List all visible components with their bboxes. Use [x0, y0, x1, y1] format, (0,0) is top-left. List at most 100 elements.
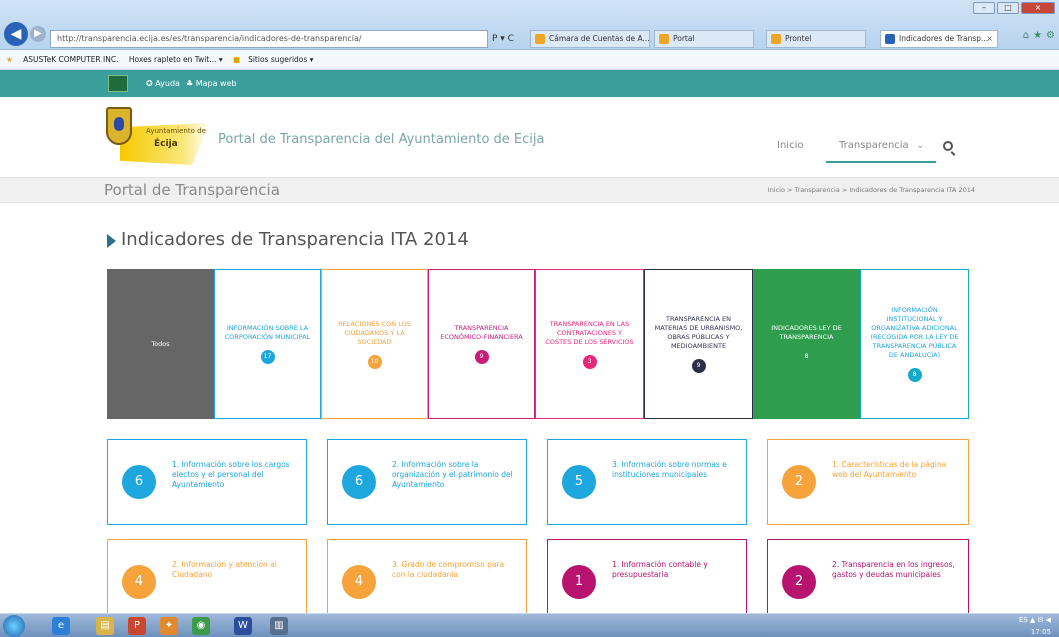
- tab-indicadores[interactable]: Indicadores de Transp... ×: [880, 30, 998, 48]
- nav-inicio[interactable]: Inicio: [777, 140, 803, 151]
- internet-explorer-icon[interactable]: e: [52, 617, 70, 635]
- app-icon[interactable]: ✦: [160, 617, 178, 635]
- favorite-suggested-sites[interactable]: Sitios sugeridos ▾: [248, 55, 313, 64]
- category-label: TRANSPARENCIA EN MATERIAS DE URBANISMO, …: [654, 315, 743, 350]
- favorites-star-icon[interactable]: ★: [6, 55, 13, 64]
- indicator-count: 2: [782, 565, 816, 599]
- clock[interactable]: 17:05: [1019, 626, 1051, 637]
- indicator-card[interactable]: 6 2. Información sobre la organización y…: [327, 439, 527, 525]
- ayuntamiento-crest-logo[interactable]: Ayuntamiento de Écija: [106, 107, 210, 167]
- category-economico[interactable]: TRANSPARENCIA ECONÓMICO-FINANCIERA 9: [428, 269, 535, 419]
- tab-portal[interactable]: Portal: [654, 30, 754, 48]
- indicator-title: 3. Grado de compromiso para con la ciuda…: [392, 560, 505, 579]
- category-label: Todos: [151, 339, 170, 348]
- indicator-title: 3. Información sobre normas e institucio…: [612, 460, 727, 479]
- system-tray: ES ▲ ✉ ◀ 17:05: [1019, 614, 1051, 637]
- favorite-asus[interactable]: ASUSTeK COMPUTER INC.: [23, 55, 118, 64]
- indicator-count: 6: [342, 465, 376, 499]
- tab-close-icon[interactable]: ×: [986, 31, 993, 47]
- indicator-card[interactable]: 2 1. Características de la página web de…: [767, 439, 969, 525]
- file-explorer-icon[interactable]: ▤: [96, 617, 114, 635]
- indicator-count: 5: [562, 465, 596, 499]
- nav-active-underline: [826, 161, 936, 163]
- category-corporacion[interactable]: INFORMACIÓN SOBRE LA CORPORACIÓN MUNICIP…: [214, 269, 321, 419]
- word-icon[interactable]: W: [234, 617, 252, 635]
- category-label: INDICADORES LEY DE TRANSPARENCIA: [771, 324, 842, 341]
- minimize-button[interactable]: –: [973, 2, 995, 14]
- tab-label: Cámara de Cuentas de A...: [549, 34, 650, 43]
- tray-icons[interactable]: ES ▲ ✉ ◀: [1019, 614, 1051, 626]
- window-controls: – □ ×: [973, 2, 1055, 14]
- indicator-title: 2. Información sobre la organización y e…: [392, 460, 513, 489]
- category-count-badge: 8: [799, 350, 814, 364]
- category-ley-transparencia[interactable]: INDICADORES LEY DE TRANSPARENCIA 8: [753, 269, 860, 419]
- indicator-count: 4: [122, 565, 156, 599]
- forward-arrow-icon[interactable]: ▶: [30, 26, 46, 42]
- category-todos[interactable]: Todos: [107, 269, 214, 419]
- breadcrumb[interactable]: Inicio > Transparencia > Indicadores de …: [768, 186, 975, 194]
- category-label: TRANSPARENCIA ECONÓMICO-FINANCIERA: [440, 324, 523, 341]
- browser-window: – □ × ◀ ▶ http://transparencia.ecija.es/…: [0, 0, 1059, 637]
- indicator-count: 1: [562, 565, 596, 599]
- category-label: INFORMACIÓN INSTITUCIONAL Y ORGANIZATIVA…: [870, 306, 959, 359]
- shield-icon: [106, 107, 132, 145]
- category-count-badge: 9: [691, 359, 706, 373]
- indicator-count: 6: [122, 465, 156, 499]
- back-arrow-icon[interactable]: ◀: [4, 22, 28, 46]
- address-tools[interactable]: P ▾ C: [492, 30, 514, 48]
- folder-icon: ■: [232, 55, 241, 64]
- category-label: TRANSPARENCIA EN LAS CONTRATACIONES Y CO…: [545, 319, 634, 346]
- powerpoint-icon[interactable]: P: [128, 617, 146, 635]
- browser-titlebar: – □ × ◀ ▶ http://transparencia.ecija.es/…: [0, 0, 1059, 50]
- logo-caption: Ayuntamiento de: [146, 127, 206, 135]
- section-title: Indicadores de Transparencia ITA 2014: [121, 229, 469, 250]
- tab-favicon-icon: [535, 34, 545, 44]
- site-header: Ayuntamiento de Écija Portal de Transpar…: [0, 97, 1059, 177]
- window-app-icon[interactable]: ▥: [270, 617, 288, 635]
- portal-title[interactable]: Portal de Transparencia del Ayuntamiento…: [218, 132, 544, 147]
- favorites-bar: ★ ASUSTeK COMPUTER INC. Hoxes rapleto en…: [0, 50, 1059, 70]
- tab-label: Prontel: [785, 34, 812, 43]
- category-count-badge: 8: [907, 368, 922, 382]
- tab-prontel[interactable]: Prontel: [766, 30, 866, 48]
- category-contrataciones[interactable]: TRANSPARENCIA EN LAS CONTRATACIONES Y CO…: [535, 269, 644, 419]
- browser-tools: ⌂ ★ ⚙: [1023, 30, 1055, 41]
- category-count-badge: 17: [260, 350, 275, 364]
- indicator-count: 2: [782, 465, 816, 499]
- chevron-down-icon[interactable]: ⌄: [916, 140, 924, 151]
- start-button-icon[interactable]: [3, 615, 25, 637]
- category-count-badge: 9: [474, 350, 489, 364]
- favorite-twitter[interactable]: Hoxes rapleto en Twit... ▾: [129, 55, 223, 64]
- indicator-title: 2. Información y atención al Ciudadano: [172, 560, 277, 579]
- search-icon[interactable]: [943, 141, 953, 151]
- indicator-title: 2. Transparencia en los ingresos, gastos…: [832, 560, 955, 579]
- address-bar[interactable]: http://transparencia.ecija.es/es/transpa…: [50, 30, 488, 48]
- sitemap-link[interactable]: ♣ Mapa web: [186, 70, 237, 97]
- category-count-badge: 3: [582, 354, 597, 369]
- page-title: Portal de Transparencia: [104, 181, 280, 199]
- indicator-count: 4: [342, 565, 376, 599]
- section-arrow-icon: [107, 234, 116, 248]
- category-andalucia[interactable]: INFORMACIÓN INSTITUCIONAL Y ORGANIZATIVA…: [860, 269, 969, 419]
- indicator-card[interactable]: 6 1. Información sobre los cargos electo…: [107, 439, 307, 525]
- settings-gear-icon[interactable]: ⚙: [1046, 30, 1055, 41]
- tab-favicon-icon: [659, 34, 669, 44]
- indicator-card[interactable]: 5 3. Información sobre normas e instituc…: [547, 439, 747, 525]
- tab-label: Portal: [673, 34, 695, 43]
- maximize-button[interactable]: □: [997, 2, 1019, 14]
- nav-transparencia[interactable]: Transparencia: [839, 140, 909, 151]
- help-link[interactable]: ✪ Ayuda: [146, 70, 180, 97]
- favorites-star-icon[interactable]: ★: [1033, 30, 1042, 41]
- tab-camara-cuentas[interactable]: Cámara de Cuentas de A...: [530, 30, 650, 48]
- tab-favicon-icon: [771, 34, 781, 44]
- junta-logo-icon: [108, 75, 128, 92]
- category-urbanismo[interactable]: TRANSPARENCIA EN MATERIAS DE URBANISMO, …: [644, 269, 753, 419]
- category-relaciones[interactable]: RELACIONES CON LOS CIUDADANOS Y LA SOCIE…: [321, 269, 428, 419]
- close-window-button[interactable]: ×: [1021, 2, 1055, 14]
- indicator-title: 1. Información contable y presupuestaria: [612, 560, 708, 579]
- chrome-icon[interactable]: ◉: [192, 617, 210, 635]
- logo-name: Écija: [154, 139, 178, 149]
- indicator-title: 1. Características de la página web del …: [832, 460, 947, 479]
- category-label: RELACIONES CON LOS CIUDADANOS Y LA SOCIE…: [338, 319, 411, 346]
- home-icon[interactable]: ⌂: [1023, 30, 1029, 41]
